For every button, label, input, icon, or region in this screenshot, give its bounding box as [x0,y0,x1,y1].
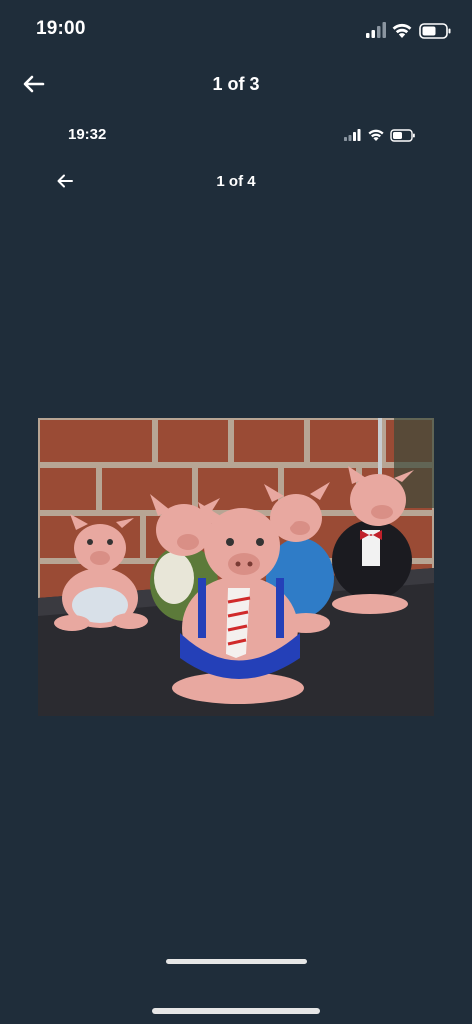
battery-icon [419,23,451,39]
embedded-status-icons [342,127,418,143]
embedded-page-counter: 1 of 4 [216,173,256,190]
photo-pig-piggy-banks [38,418,434,716]
wifi-icon [368,129,384,141]
page-counter: 1 of 3 [212,74,260,94]
embedded-status-time: 19:32 [68,126,107,143]
status-time: 19:00 [36,18,86,39]
battery-icon [390,129,415,142]
wifi-icon [392,23,412,38]
home-indicator-outer[interactable] [152,1008,320,1014]
cellular-signal-icon [344,129,361,141]
status-icons [364,20,454,42]
home-indicator[interactable] [166,959,307,964]
cellular-signal-icon [366,22,386,38]
